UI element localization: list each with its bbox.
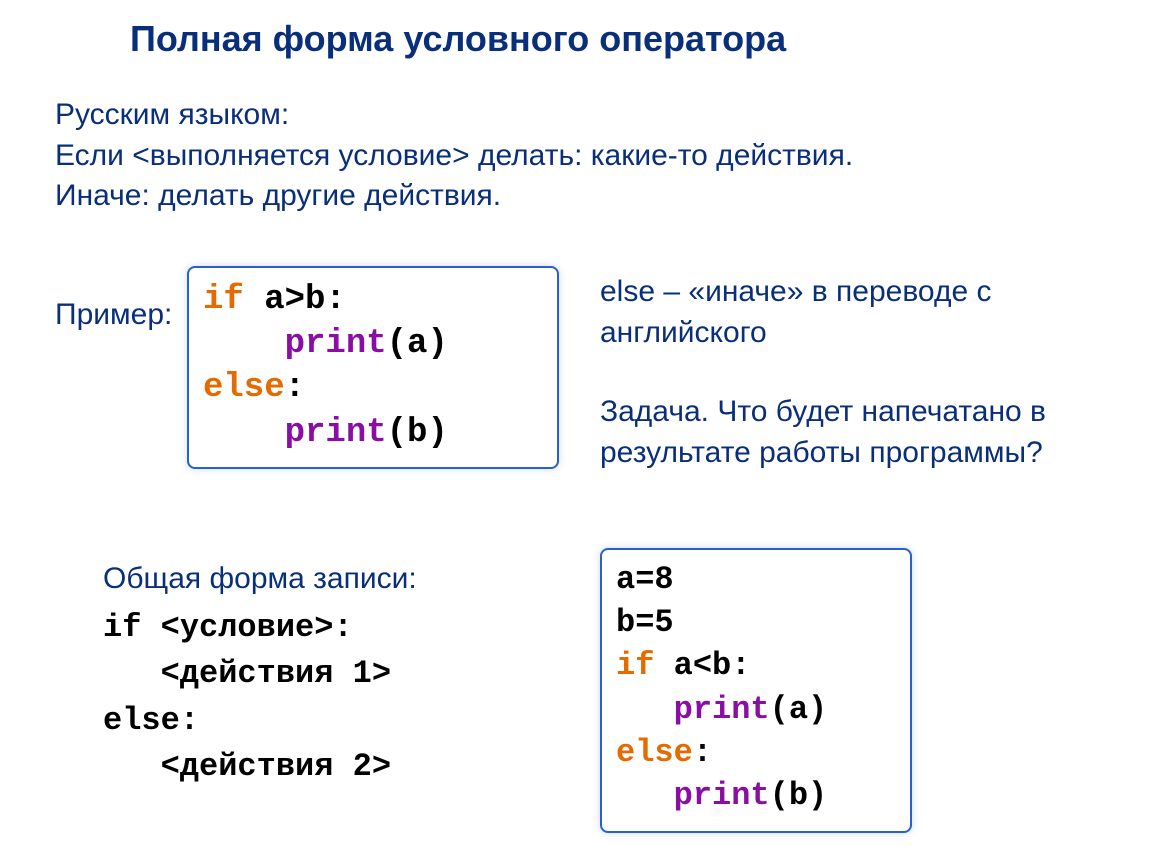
- indent: [203, 325, 285, 363]
- code2-line-6: print(b): [616, 774, 896, 817]
- kw-else: else: [616, 734, 693, 771]
- task-code-box: a=8 b=5 if a<b: print(a) else: print(b): [600, 548, 912, 833]
- arg: (a): [387, 325, 448, 363]
- code-line-1: if a>b:: [203, 278, 543, 322]
- code-line-4: print(b): [203, 411, 543, 455]
- intro-text: Русским языком: Если <выполняется услови…: [55, 95, 1105, 217]
- assign-a: a=8: [616, 561, 674, 598]
- indent: [616, 691, 674, 728]
- code2-line-3: if a<b:: [616, 644, 896, 687]
- else-note: else – «иначе» в переводе с английского: [600, 272, 1110, 353]
- code-example-box: if a>b: print(a) else: print(b): [187, 266, 559, 469]
- code2-line-4: print(a): [616, 688, 896, 731]
- intro-line-1: Русским языком:: [55, 95, 1105, 136]
- kw-if: if: [203, 281, 264, 319]
- intro-line-3: Иначе: делать другие действия.: [55, 176, 1105, 217]
- task-text: Задача. Что будет напечатано в результат…: [600, 392, 1130, 473]
- general-form-code: if <условие>: <действия 1> else: <действ…: [103, 605, 391, 791]
- cond: a<b:: [674, 647, 751, 684]
- code2-line-2: b=5: [616, 601, 896, 644]
- code2-line-1: a=8: [616, 558, 896, 601]
- indent: [616, 777, 674, 814]
- code-line-3: else:: [203, 366, 543, 410]
- slide: Полная форма условного оператора Русским…: [0, 0, 1150, 864]
- assign-b: b=5: [616, 604, 674, 641]
- kw-print: print: [674, 691, 770, 728]
- kw-print: print: [285, 325, 387, 363]
- code-line-2: print(a): [203, 322, 543, 366]
- colon: :: [285, 369, 305, 407]
- kw-if: if: [616, 647, 674, 684]
- arg: (b): [770, 777, 828, 814]
- cond: a>b:: [264, 281, 346, 319]
- example-label: Пример:: [55, 298, 172, 332]
- page-title: Полная форма условного оператора: [130, 18, 786, 60]
- kw-print: print: [285, 414, 387, 452]
- kw-else: else: [203, 369, 285, 407]
- code2-line-5: else:: [616, 731, 896, 774]
- arg: (b): [387, 414, 448, 452]
- intro-line-2: Если <выполняется условие> делать: какие…: [55, 136, 1105, 177]
- arg: (a): [770, 691, 828, 728]
- kw-print: print: [674, 777, 770, 814]
- indent: [203, 414, 285, 452]
- general-form-label: Общая форма записи:: [103, 562, 417, 596]
- colon: :: [693, 734, 712, 771]
